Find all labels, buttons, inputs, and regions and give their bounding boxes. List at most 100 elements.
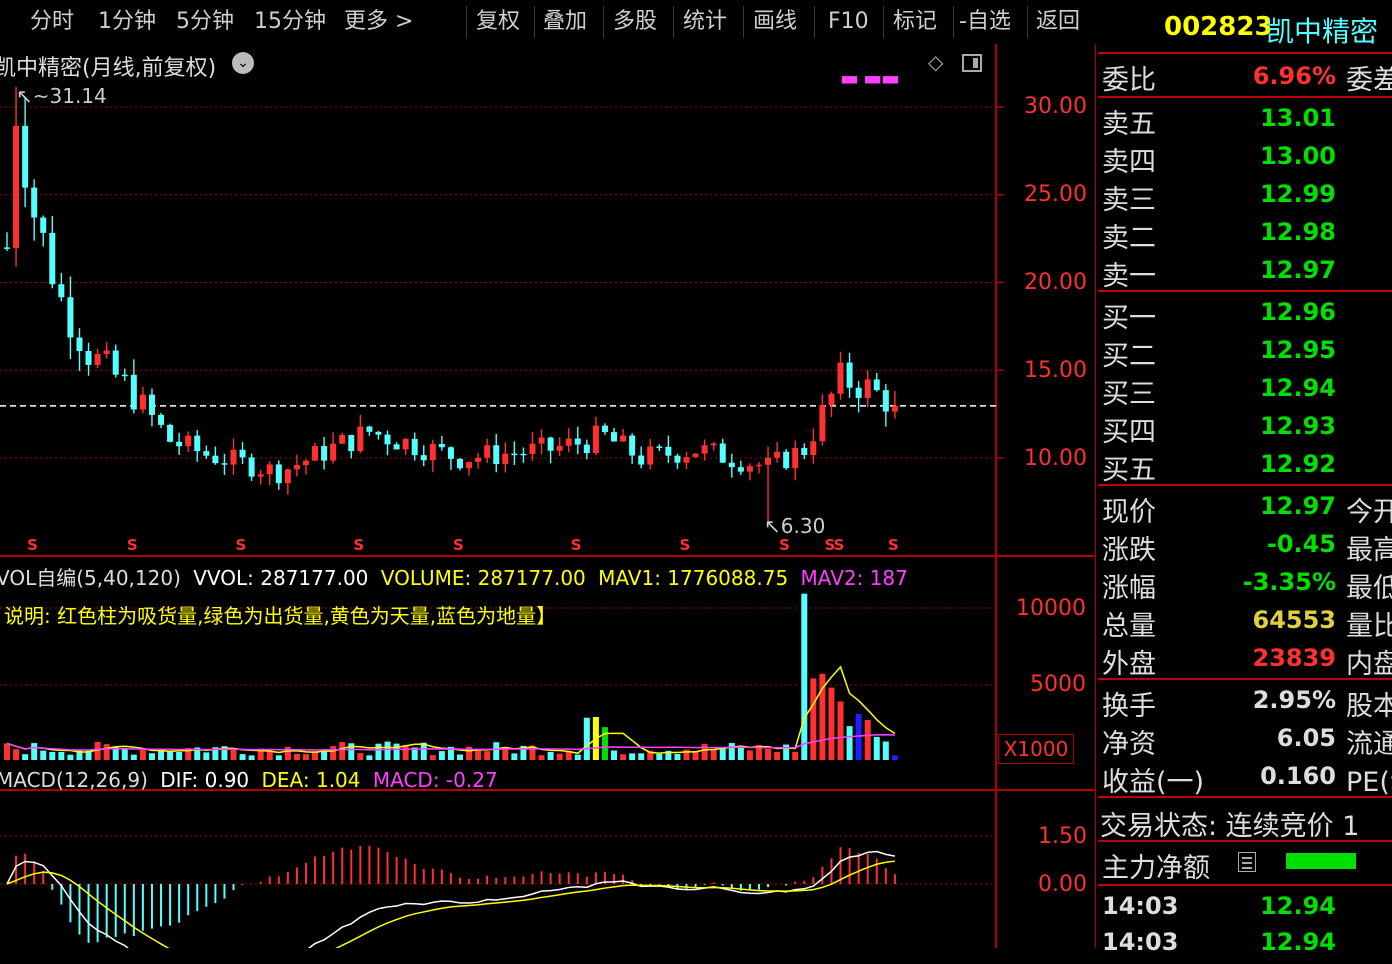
restore-rights-button[interactable]: 复权 [476, 0, 520, 44]
divider [534, 6, 535, 38]
candle-body [737, 467, 744, 472]
multi-stock-button[interactable]: 多股 [613, 0, 657, 44]
candle-body [891, 405, 898, 412]
dif-value: DIF: 0.90 [160, 768, 250, 792]
candle-body [330, 443, 337, 461]
volume-header: VOL自编(5,40,120) VVOL: 287177.00 VOLUME: … [0, 562, 908, 591]
tick-row: 14:03 12.94 [1098, 890, 1392, 928]
candle-body [411, 438, 418, 456]
volume-bar [828, 687, 835, 760]
candle-body [239, 449, 246, 458]
list-icon[interactable] [1238, 852, 1256, 872]
tab-15min[interactable]: 15分钟 [254, 0, 326, 44]
bid-row-3[interactable]: 买三 12.94 [1098, 370, 1392, 410]
volume-bar [547, 751, 554, 760]
low-price-label: ↖6.30 [764, 514, 826, 538]
ask-row-1[interactable]: 卖一 12.97 [1098, 252, 1392, 292]
diamond-icon[interactable]: ◇ [928, 50, 943, 74]
tab-more[interactable]: 更多 > [344, 0, 413, 44]
divider [603, 6, 604, 38]
stat-row: 涨跌 -0.45 最高 [1098, 526, 1392, 566]
mark-button[interactable]: 标记 [893, 0, 937, 44]
candle-body [611, 432, 618, 442]
candle-body [275, 464, 282, 484]
ask-row-5[interactable]: 卖五 13.01 [1098, 100, 1392, 140]
candle-body [94, 354, 101, 365]
overlay-button[interactable]: 叠加 [543, 0, 587, 44]
divider [1027, 6, 1028, 38]
candle-body [846, 362, 853, 388]
tab-fenshi[interactable]: 分时 [30, 0, 74, 44]
window-toggle-icon[interactable] [962, 54, 982, 72]
chevron-down-icon[interactable]: ⌄ [232, 52, 254, 74]
macd-header: MACD(12,26,9) DIF: 0.90 DEA: 1.04 MACD: … [0, 768, 498, 792]
stat-row: 总量 64553 量比 [1098, 602, 1392, 642]
draw-line-button[interactable]: 画线 [753, 0, 797, 44]
low-price-value: 6.30 [780, 514, 826, 538]
candle-body [746, 466, 753, 472]
candle-body [457, 458, 463, 469]
bid-row-5[interactable]: 买五 12.92 [1098, 446, 1392, 486]
ask-row-4[interactable]: 卖四 13.00 [1098, 138, 1392, 178]
candle-body [158, 414, 165, 425]
candle-body [302, 460, 309, 466]
back-button[interactable]: 返回 [1036, 0, 1080, 44]
volume-bar [656, 753, 663, 760]
tab-1min[interactable]: 1分钟 [98, 0, 156, 44]
statistics-button[interactable]: 统计 [683, 0, 727, 44]
row-label: 买四 [1102, 417, 1156, 448]
candle-body [511, 453, 518, 456]
volume-bar [393, 743, 400, 760]
divider [883, 6, 884, 38]
row-label: 委差 [1346, 65, 1392, 96]
ask-row-3[interactable]: 卖三 12.99 [1098, 176, 1392, 216]
candle-body [438, 443, 445, 448]
volume-bar [701, 744, 708, 760]
candle-body [629, 435, 636, 456]
candle-body [176, 441, 183, 447]
tab-5min[interactable]: 5分钟 [176, 0, 234, 44]
volume-indicator-name[interactable]: VOL自编(5,40,120) [0, 566, 181, 590]
stat-value: 2.95% [1252, 686, 1336, 714]
sell-signal-marker: S [571, 536, 582, 554]
stat-row: 现价 12.97 今开 [1098, 488, 1392, 528]
volume-bar [248, 755, 255, 760]
volume-bar [366, 755, 373, 760]
ask-price: 12.98 [1260, 218, 1336, 246]
row-label: 最低 [1346, 573, 1392, 604]
candle-body [67, 297, 74, 338]
volume-bar [330, 746, 337, 760]
f10-button[interactable]: F10 [828, 0, 869, 44]
bid-row-1[interactable]: 买一 12.96 [1098, 294, 1392, 334]
volume-bar [67, 754, 74, 760]
volume-bar [130, 754, 137, 760]
candle-body [375, 431, 382, 435]
candle-body [130, 374, 137, 410]
stat-row: 净资 6.05 流通 [1098, 720, 1392, 760]
chart-area[interactable]: SSSSSSSSSSS 凯中精密(月线,前复权) ⌄ ▬ ▬▬ ◇ ↖~31.1… [0, 44, 1096, 948]
candle-body [484, 445, 491, 458]
dea-value: DEA: 1.04 [261, 768, 361, 792]
macd-tick: 0.00 [1038, 872, 1087, 897]
candle-body [103, 350, 110, 355]
remove-watchlist-button[interactable]: -自选 [959, 0, 1011, 44]
sell-signal-marker: S [834, 536, 845, 554]
row-label: 股本 [1346, 691, 1392, 722]
bid-row-4[interactable]: 买四 12.93 [1098, 408, 1392, 448]
bid-row-2[interactable]: 买二 12.95 [1098, 332, 1392, 372]
volume-bar [765, 748, 772, 760]
volume-bar [891, 755, 898, 760]
mav1-value: MAV1: 1776088.75 [598, 566, 789, 590]
ask-price: 13.01 [1260, 104, 1336, 132]
volume-bar [728, 743, 735, 760]
candle-body [810, 441, 817, 456]
ask-row-2[interactable]: 卖二 12.98 [1098, 214, 1392, 254]
kline-chart[interactable]: S S S S S S S S SS S [0, 44, 1096, 948]
dif-line [6, 850, 896, 948]
chart-title: 凯中精密(月线,前复权) [0, 56, 217, 81]
candle-body [719, 443, 726, 463]
candle-body [22, 125, 29, 188]
macd-indicator-name[interactable]: MACD(12,26,9) [0, 768, 148, 792]
row-label: 总量 [1102, 611, 1156, 642]
candle-body [221, 463, 228, 465]
